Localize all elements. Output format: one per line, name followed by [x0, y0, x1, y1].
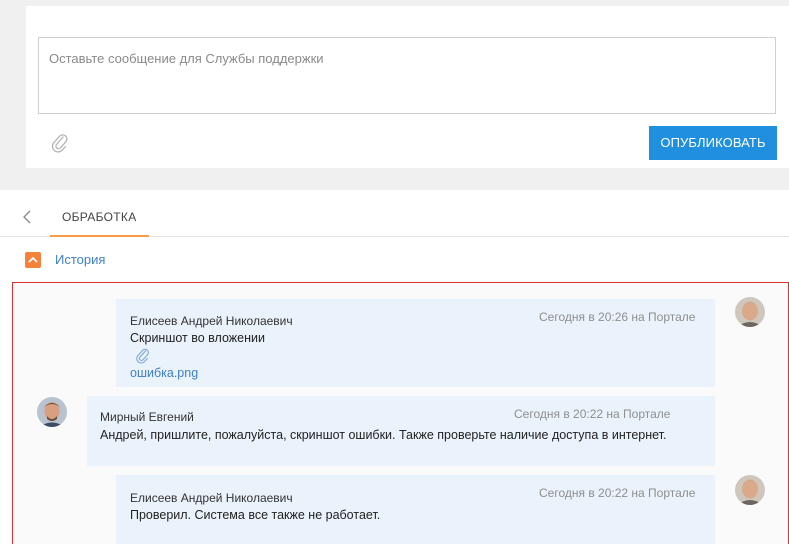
message-author: Елисеев Андрей Николаевич — [130, 491, 293, 505]
message-timestamp: Сегодня в 20:22 на Портале — [539, 486, 696, 500]
collapse-toggle-icon[interactable] — [25, 252, 41, 268]
message-author: Елисеев Андрей Николаевич — [130, 314, 293, 328]
message-bubble: Мирный Евгений Сегодня в 20:22 на Портал… — [87, 396, 715, 466]
attachment-link[interactable]: ошибка.png — [130, 366, 198, 380]
message-feed: Елисеев Андрей Николаевич Сегодня в 20:2… — [12, 282, 789, 544]
message-timestamp: Сегодня в 20:22 на Портале — [514, 407, 671, 421]
history-label[interactable]: История — [55, 252, 105, 267]
avatar — [37, 397, 67, 427]
chevron-left-icon[interactable] — [20, 208, 36, 226]
message-timestamp: Сегодня в 20:26 на Портале — [539, 310, 696, 324]
paperclip-icon[interactable] — [50, 132, 70, 154]
message-text: Проверил. Система все также не работает. — [130, 508, 381, 522]
message-text: Андрей, пришлите, пожалуйста, скриншот о… — [100, 428, 667, 442]
message-bubble: Елисеев Андрей Николаевич Сегодня в 20:2… — [116, 299, 715, 387]
publish-button[interactable]: ОПУБЛИКОВАТЬ — [649, 126, 777, 160]
message-input[interactable]: Оставьте сообщение для Службы поддержки — [38, 37, 776, 114]
avatar — [735, 297, 765, 327]
avatar — [735, 475, 765, 505]
message-author: Мирный Евгений — [100, 410, 194, 424]
tab-processing[interactable]: ОБРАБОТКА — [50, 198, 149, 237]
tabs-bar: ОБРАБОТКА — [0, 198, 789, 237]
paperclip-icon — [135, 347, 151, 365]
message-bubble: Елисеев Андрей Николаевич Сегодня в 20:2… — [116, 475, 715, 544]
message-text: Скриншот во вложении — [130, 331, 265, 345]
message-composer: Оставьте сообщение для Службы поддержки … — [26, 6, 789, 168]
